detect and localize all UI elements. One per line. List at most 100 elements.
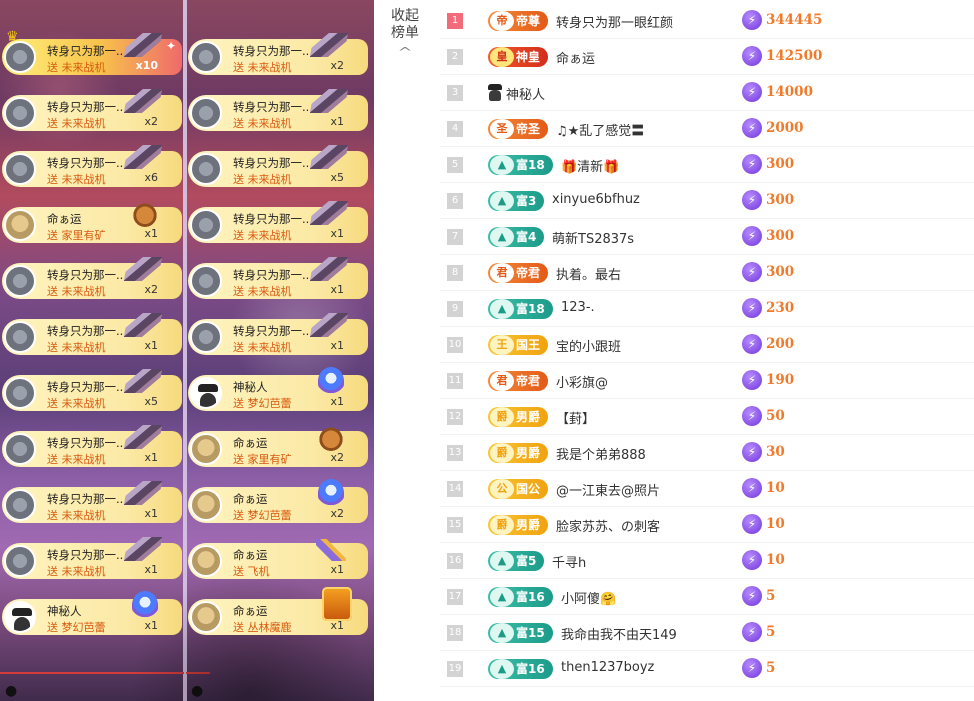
ranking-user-name[interactable]: @一江東去@照片 [556,480,660,499]
ranking-row[interactable]: 16 ▲ 富5 千寻h ⚡ 10 [440,543,974,579]
ranking-row[interactable]: 1 帝帝尊 转身只为那一眼红颜 ⚡ 344445 [440,3,974,39]
user-avatar[interactable] [4,489,36,521]
gift-card[interactable]: 转身只为那一... 送 未来战机 x1 [188,313,368,355]
gift-card[interactable]: 命ぁ运送 飞机 x1 [188,539,368,579]
ranking-row[interactable]: 4 圣帝圣 ♫★乱了感觉〓 ⚡ 2000 [440,111,974,147]
user-avatar[interactable] [4,97,36,129]
user-avatar[interactable] [4,41,36,73]
ranking-user-name[interactable]: 执着。最右 [556,264,621,283]
badge-level-icon: ▲ [490,551,514,571]
gift-card[interactable]: 转身只为那一... 送 未来战机 x2 [188,33,368,75]
ranking-user-name[interactable]: 我命由我不由天149 [561,624,677,643]
user-avatar[interactable] [190,433,222,465]
ranking-row[interactable]: 12 爵男爵 【葑】 ⚡ 50 [440,399,974,435]
user-avatar[interactable] [190,41,222,73]
gift-card[interactable]: 转身只为那一... 送 未来战机 x1 [2,481,182,523]
badge-level-icon: 圣 [490,119,514,139]
user-avatar[interactable] [190,209,222,241]
user-avatar[interactable] [190,153,222,185]
user-avatar[interactable] [4,265,36,297]
ranking-row[interactable]: 10 王国王 宝的小跟班 ⚡ 200 [440,327,974,363]
microphone-icon[interactable]: ● [5,683,17,699]
gift-sender-name: 转身只为那一... [233,268,313,282]
gift-card[interactable]: 转身只为那一... 送 未来战机 x1 [188,257,368,299]
ranking-user-name[interactable]: 千寻h [552,552,586,571]
gift-card[interactable]: 转身只为那一... 送 未来战机 x1 [2,313,182,355]
gift-card[interactable]: 神秘人送 梦幻芭蕾 x1 [188,367,368,411]
ranking-user-name[interactable]: 脸家苏苏、の刺客 [556,516,660,535]
ranking-user-name[interactable]: 123-. [561,300,595,315]
ranking-user-name[interactable]: 宝的小跟班 [556,336,621,355]
ranking-panel: 收起 榜单 ^ 1 帝帝尊 转身只为那一眼红颜 ⚡ 344445 2 皇神皇 命ぁ运 ⚡ 1425… [374,0,974,701]
gift-card[interactable]: 命ぁ运送 家里有矿 x2 [188,425,368,467]
ranking-row[interactable]: 6 ▲ 富3 xinyue6bfhuz ⚡ 300 [440,183,974,219]
gift-card[interactable]: 命ぁ运送 梦幻芭蕾 x2 [188,479,368,523]
contribution-score: 230 [766,300,795,316]
ranking-user-name[interactable]: 【葑】 [556,408,595,427]
ranking-row[interactable]: 2 皇神皇 命ぁ运 ⚡ 142500 [440,39,974,75]
gift-card[interactable]: 神秘人送 梦幻芭蕾 x1 [2,591,182,635]
ranking-user-name[interactable]: then1237boyz [561,660,654,675]
ranking-row[interactable]: 9 ▲ 富18 123-. ⚡ 230 [440,291,974,327]
gift-card[interactable]: 命ぁ运送 家里有矿 x1 [2,201,182,243]
gift-sender-name: 转身只为那一... [233,212,313,226]
ranking-row[interactable]: 3 神秘人 ⚡ 14000 [440,75,974,111]
ranking-row[interactable]: 5 ▲ 富18 🎁清新🎁 ⚡ 300 [440,147,974,183]
user-avatar[interactable] [4,601,36,633]
gift-card[interactable]: 转身只为那一... 送 未来战机 x2 [2,89,182,131]
gift-card[interactable]: 转身只为那一... 送 未来战机 x1 [2,537,182,579]
user-avatar[interactable] [4,153,36,185]
ranking-row[interactable]: 18 ▲ 富15 我命由我不由天149 ⚡ 5 [440,615,974,651]
ranking-row[interactable]: 17 ▲ 富16 小阿傻🤗 ⚡ 5 [440,579,974,615]
collapse-ranking-button[interactable]: 收起 榜单 ^ [380,8,430,61]
ranking-row[interactable]: 15 爵男爵 脸家苏苏、の刺客 ⚡ 10 [440,507,974,543]
microphone-icon-right[interactable]: ● [191,683,203,699]
user-avatar[interactable] [190,601,222,633]
badge-label: 富4 [516,230,537,244]
ranking-row[interactable]: 19 ▲ 富16 then1237boyz ⚡ 5 [440,651,974,687]
ranking-user-name[interactable]: 萌新TS2837s [552,228,634,247]
gift-count: x1 [330,395,344,408]
bear-gift-icon [318,425,344,451]
live-stream-page: { "gift_feed": { "left": [ {"name":"转身只为… [0,0,974,701]
gift-card[interactable]: 命ぁ运送 丛林魔鹿 x1 [188,587,368,635]
ranking-user-name[interactable]: 🎁清新🎁 [561,156,619,175]
gift-card[interactable]: 转身只为那一... 送 未来战机 x5 [188,145,368,187]
ranking-user-name[interactable]: 我是个弟弟888 [556,444,646,463]
ranking-user-name[interactable]: 小阿傻🤗 [561,588,616,607]
ranking-user-name[interactable]: ♫★乱了感觉〓 [556,120,644,139]
user-avatar[interactable] [190,97,222,129]
ranking-row[interactable]: 7 ▲ 富4 萌新TS2837s ⚡ 300 [440,219,974,255]
user-avatar[interactable] [4,377,36,409]
ranking-row[interactable]: 8 君帝君 执着。最右 ⚡ 300 [440,255,974,291]
sparkle-icon: ✦ [165,39,176,53]
ranking-row[interactable]: 13 爵男爵 我是个弟弟888 ⚡ 30 [440,435,974,471]
lightning-coin-icon: ⚡ [742,10,762,30]
ranking-user-name[interactable]: 转身只为那一眼红颜 [556,12,673,31]
ranking-row[interactable]: 11 君帝君 小彩旗@ ⚡ 190 [440,363,974,399]
user-avatar[interactable] [190,545,222,577]
gift-card[interactable]: 转身只为那一... 送 未来战机 x6 [2,145,182,187]
gift-card[interactable]: 转身只为那一... 送 未来战机 x1 [2,425,182,467]
gift-card[interactable]: 转身只为那一... 送 未来战机 x1 [188,89,368,131]
gift-card[interactable]: 转身只为那一... 送 未来战机 x2 [2,257,182,299]
ranking-user-name[interactable]: 命ぁ运 [556,48,595,67]
gift-sender-name: 命ぁ运 [233,604,268,618]
user-avatar[interactable] [190,377,222,409]
ranking-user-name[interactable]: xinyue6bfhuz [552,192,640,207]
gift-card[interactable]: 转身只为那一... 送 未来战机 x10 ♛ ✦ [2,29,182,75]
user-avatar[interactable] [190,321,222,353]
user-avatar[interactable] [4,545,36,577]
gift-card[interactable]: 转身只为那一... 送 未来战机 x1 [188,201,368,243]
jet-gift-icon [309,313,349,337]
ranking-user-name[interactable]: 神秘人 [506,84,545,103]
badge-label: 富16 [516,662,545,676]
ranking-row[interactable]: 14 公国公 @一江東去@照片 ⚡ 10 [440,471,974,507]
user-avatar[interactable] [4,321,36,353]
user-avatar[interactable] [190,489,222,521]
user-avatar[interactable] [4,209,36,241]
user-avatar[interactable] [4,433,36,465]
user-avatar[interactable] [190,265,222,297]
gift-card[interactable]: 转身只为那一... 送 未来战机 x5 [2,369,182,411]
ranking-user-name[interactable]: 小彩旗@ [556,372,608,391]
